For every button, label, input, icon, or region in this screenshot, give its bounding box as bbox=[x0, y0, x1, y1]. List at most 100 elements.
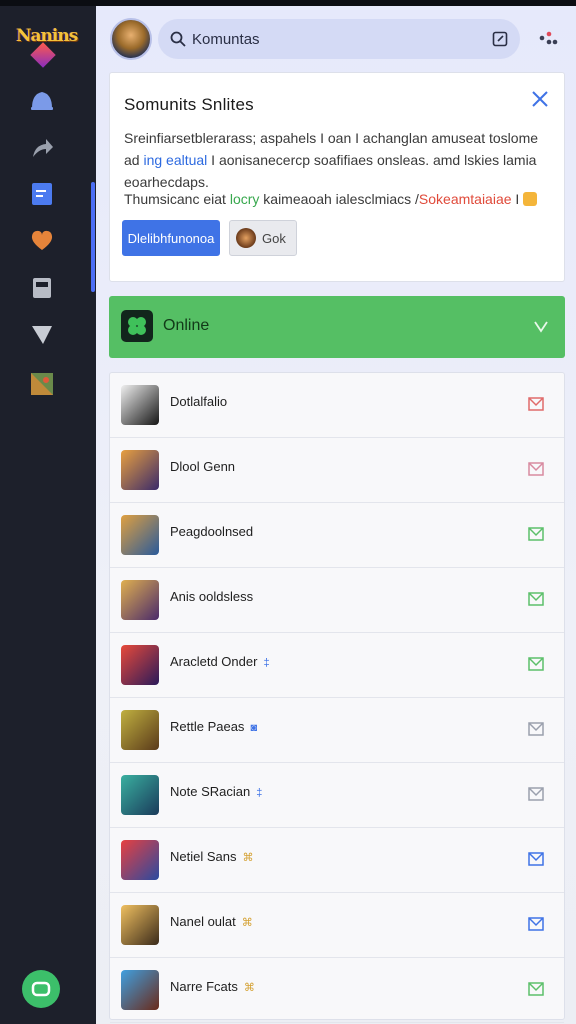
sidebar-item-games[interactable] bbox=[28, 370, 56, 398]
sidebar-item-documents[interactable] bbox=[28, 180, 56, 208]
bell-icon bbox=[31, 92, 53, 110]
sidebar: Nanins bbox=[0, 6, 96, 1024]
contact-name: Rettle Paeas ◙ bbox=[170, 719, 257, 734]
mail-icon[interactable] bbox=[528, 917, 544, 931]
game-avatar bbox=[121, 580, 159, 620]
dots-menu-icon[interactable] bbox=[538, 30, 558, 50]
status-badge: ⌘ bbox=[242, 852, 254, 864]
mail-icon[interactable] bbox=[528, 787, 544, 801]
mail-icon[interactable] bbox=[528, 982, 544, 996]
contact-name-text: Aracletd Onder bbox=[170, 654, 258, 669]
contact-name-text: Rettle Paeas bbox=[170, 719, 245, 734]
game-avatar bbox=[121, 710, 159, 750]
app-logo[interactable]: Nanins bbox=[14, 18, 78, 72]
status-badge: ◙ bbox=[250, 722, 258, 734]
contact-list: Dotlalfalio Dlool Genn Peagdoolnsed Anis oo… bbox=[109, 372, 565, 1023]
contact-name-text: Narre Fcats bbox=[170, 979, 238, 994]
online-label: Online bbox=[163, 317, 210, 334]
mail-icon[interactable] bbox=[528, 852, 544, 866]
contact-name-text: Netiel Sans bbox=[170, 849, 237, 864]
contact-name-text: Dotlalfalio bbox=[170, 394, 228, 409]
contact-name-text: Anis ooldsless bbox=[170, 589, 254, 604]
secondary-button-label: Gok bbox=[262, 230, 286, 246]
close-icon[interactable] bbox=[530, 89, 550, 109]
document-icon bbox=[32, 183, 52, 205]
external-link-icon[interactable] bbox=[492, 31, 508, 47]
sidebar-item-favorites[interactable] bbox=[28, 226, 56, 254]
contact-name: Peagdoolnsed bbox=[170, 524, 253, 539]
status-badge: ‡ bbox=[263, 657, 270, 669]
sidebar-item-calendar[interactable] bbox=[28, 274, 56, 302]
contact-name: Aracletd Onder ‡ bbox=[170, 654, 270, 669]
notice-line-1: Sreinfiarsetblerarass; aspahels I oan I … bbox=[124, 130, 539, 146]
notice-body: Sreinfiarsetblerarass; aspahels I oan I … bbox=[124, 127, 544, 193]
notice-line-3: eoarhecdaps. bbox=[124, 174, 209, 190]
button-avatar bbox=[236, 228, 256, 248]
contact-name: Anis ooldsless bbox=[170, 589, 253, 604]
contact-name: Dotlalfalio bbox=[170, 394, 227, 409]
list-item[interactable]: Note SRacian ‡ bbox=[110, 763, 564, 828]
clover-icon bbox=[121, 310, 153, 342]
primary-action-button[interactable]: Dlelibhfunonoa bbox=[122, 220, 220, 256]
list-item[interactable]: Dlool Genn bbox=[110, 438, 564, 503]
badge-icon bbox=[523, 192, 538, 206]
contact-name: Narre Fcats ⌘ bbox=[170, 979, 255, 994]
search-bar[interactable] bbox=[158, 19, 520, 59]
chat-button[interactable] bbox=[22, 970, 60, 1008]
contact-name-text: Dlool Genn bbox=[170, 459, 236, 474]
mail-icon[interactable] bbox=[528, 527, 544, 541]
list-item[interactable]: Anis ooldsless bbox=[110, 568, 564, 633]
list-item[interactable]: Narre Fcats ⌘ bbox=[110, 958, 564, 1023]
notice-line-4: Thumsicanc eiat locry kaimeaoah ialesclm… bbox=[124, 191, 554, 207]
contact-name: Netiel Sans ⌘ bbox=[170, 849, 253, 864]
game-avatar bbox=[121, 515, 159, 555]
sidebar-item-share[interactable] bbox=[28, 134, 56, 162]
contact-name-text: Peagdoolnsed bbox=[170, 524, 254, 539]
list-item[interactable]: Aracletd Onder ‡ bbox=[110, 633, 564, 698]
secondary-action-button[interactable]: Gok bbox=[229, 220, 297, 256]
contact-name: Nanel oulat ⌘ bbox=[170, 914, 253, 929]
mail-icon[interactable] bbox=[528, 592, 544, 606]
chevron-down-icon[interactable] bbox=[533, 318, 549, 334]
share-arrow-icon bbox=[33, 139, 53, 157]
game-avatar bbox=[121, 385, 159, 425]
mail-icon[interactable] bbox=[528, 722, 544, 736]
game-avatar bbox=[121, 645, 159, 685]
chat-icon bbox=[31, 981, 51, 997]
status-badge: ‡ bbox=[256, 787, 263, 799]
sidebar-item-filter[interactable] bbox=[28, 320, 56, 348]
game-icon bbox=[31, 373, 53, 395]
notice-title: Somunits Snlites bbox=[124, 95, 254, 114]
search-input[interactable] bbox=[192, 30, 492, 48]
status-badge: ⌘ bbox=[241, 917, 253, 929]
online-section-header[interactable]: Online bbox=[109, 296, 565, 358]
heart-icon bbox=[31, 230, 53, 250]
logo-text: Nanins bbox=[16, 26, 78, 46]
game-avatar bbox=[121, 775, 159, 815]
list-item[interactable]: Dotlalfalio bbox=[110, 373, 564, 438]
sidebar-active-indicator bbox=[91, 182, 95, 292]
contact-name: Dlool Genn bbox=[170, 459, 235, 474]
filter-icon bbox=[32, 326, 52, 344]
game-avatar bbox=[121, 970, 159, 1010]
user-avatar[interactable] bbox=[110, 18, 152, 60]
mail-icon[interactable] bbox=[528, 657, 544, 671]
list-item[interactable]: Nanel oulat ⌘ bbox=[110, 893, 564, 958]
calendar-icon bbox=[33, 278, 51, 298]
mail-icon[interactable] bbox=[528, 462, 544, 476]
contact-name-text: Note SRacian bbox=[170, 784, 251, 799]
status-badge: ⌘ bbox=[243, 982, 255, 994]
game-avatar bbox=[121, 905, 159, 945]
mail-icon[interactable] bbox=[528, 397, 544, 411]
notice-card: Somunits Snlites Sreinfiarsetblerarass; … bbox=[109, 72, 565, 282]
notice-line-2: ad ing ealtual I aonisanecercp soafifiae… bbox=[124, 152, 537, 168]
game-avatar bbox=[121, 840, 159, 880]
contact-name-text: Nanel oulat bbox=[170, 914, 236, 929]
logo-gem bbox=[30, 42, 56, 68]
list-item[interactable]: Rettle Paeas ◙ bbox=[110, 698, 564, 763]
list-item[interactable]: Peagdoolnsed bbox=[110, 503, 564, 568]
sidebar-item-notifications[interactable] bbox=[28, 86, 56, 114]
game-avatar bbox=[121, 450, 159, 490]
list-item[interactable]: Netiel Sans ⌘ bbox=[110, 828, 564, 893]
search-icon bbox=[170, 31, 186, 47]
